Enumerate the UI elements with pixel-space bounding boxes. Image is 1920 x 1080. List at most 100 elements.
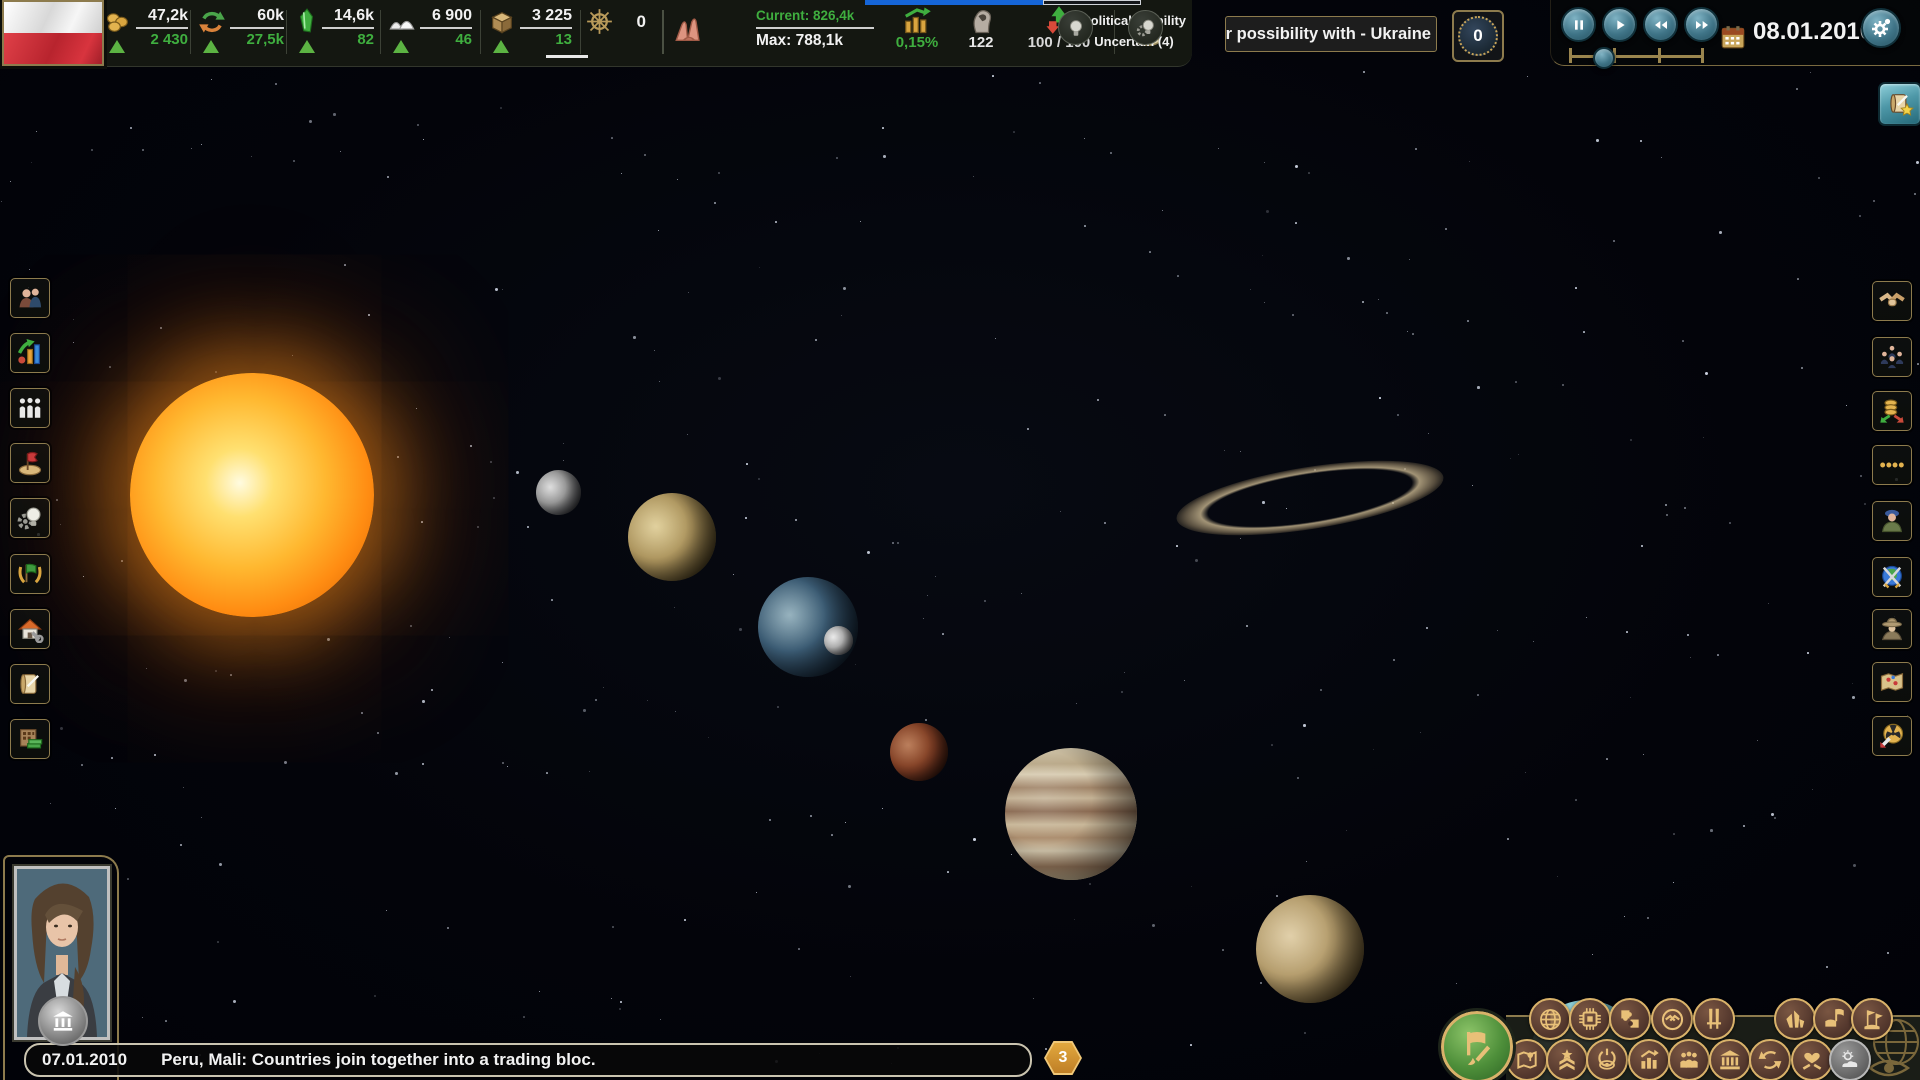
research-points-group[interactable]: 122 xyxy=(956,0,1006,66)
bulb-gear-icon xyxy=(1135,17,1157,39)
menu-espionage-button[interactable] xyxy=(1872,609,1912,649)
fast-forward-icon xyxy=(1694,17,1710,33)
trend-up-icon xyxy=(493,40,509,53)
news-message: Peru, Mali: Countries join together into… xyxy=(161,1050,595,1070)
economy-growth-icon xyxy=(902,5,932,35)
mode-weather-button[interactable] xyxy=(1829,1039,1871,1080)
menu-diplomacy-button[interactable] xyxy=(1872,281,1912,321)
overlay-world-button[interactable] xyxy=(1529,998,1571,1040)
two-flags-icon xyxy=(1859,1006,1885,1032)
menu-research-button[interactable] xyxy=(10,498,50,538)
mode-alliances-button[interactable] xyxy=(1791,1039,1833,1080)
calendar-icon xyxy=(1719,24,1747,50)
overlay-claims-button[interactable] xyxy=(1813,998,1855,1040)
overlay-scenarios-button[interactable] xyxy=(1609,998,1651,1040)
research-icon xyxy=(16,504,44,532)
objectives-button[interactable] xyxy=(1878,82,1920,126)
menu-construction-button[interactable] xyxy=(10,609,50,649)
workforce-current: Current: 826,4k xyxy=(756,7,874,25)
alert-counter-frame[interactable]: 0 xyxy=(1452,10,1504,62)
menu-regions-button[interactable] xyxy=(10,443,50,483)
pause-button[interactable] xyxy=(1561,7,1596,42)
overlay-resources-button[interactable] xyxy=(1774,998,1816,1040)
game-speed-slider-track[interactable] xyxy=(1569,55,1703,58)
news-ticker[interactable]: 07.01.2010 Peru, Mali: Countries join to… xyxy=(24,1043,1032,1077)
news-count-value: 3 xyxy=(1046,1043,1080,1073)
eye-power-icon xyxy=(1594,1047,1620,1073)
menu-statistics-button[interactable] xyxy=(10,333,50,373)
menu-armed-forces-button[interactable] xyxy=(1872,501,1912,541)
overlay-technology-button[interactable] xyxy=(1569,998,1611,1040)
planet-sun xyxy=(130,373,374,617)
more-dots-icon xyxy=(1878,451,1906,479)
play-icon xyxy=(1612,17,1628,33)
bulb-icon xyxy=(1065,17,1087,39)
workforce-hands-icon xyxy=(672,12,706,46)
play-button[interactable] xyxy=(1602,7,1637,42)
planet-jupiter xyxy=(1005,748,1137,880)
trend-up-icon xyxy=(393,40,409,53)
growth-value: 0,15% xyxy=(886,35,948,51)
region-flag-icon xyxy=(16,449,44,477)
menu-strategic-weapons-button[interactable] xyxy=(1872,716,1912,756)
slider-tick xyxy=(1569,48,1572,63)
mode-demographics-button[interactable] xyxy=(1668,1039,1710,1080)
hints-bulb-button[interactable] xyxy=(1058,10,1093,45)
settings-button[interactable] xyxy=(1861,8,1901,48)
overlay-agreements-button[interactable] xyxy=(1651,998,1693,1040)
menu-organizations-button[interactable] xyxy=(1872,337,1912,377)
alert-text: ar possibility with - Ukraine xyxy=(1225,25,1436,44)
map-painting-button[interactable] xyxy=(1441,1011,1513,1080)
rewind-button[interactable] xyxy=(1643,7,1678,42)
nuclear-icon xyxy=(1878,722,1906,750)
chip-icon xyxy=(1577,1006,1603,1032)
resources-cycle-icon xyxy=(198,8,226,36)
menu-world-market-button[interactable] xyxy=(1872,391,1912,431)
menu-cabinet-button[interactable] xyxy=(10,278,50,318)
uranium-value: 14,6k xyxy=(322,6,374,26)
menu-more-options-button[interactable] xyxy=(1872,445,1912,485)
menu-politics-button[interactable] xyxy=(10,554,50,594)
menu-population-button[interactable] xyxy=(10,388,50,428)
menu-wars-button[interactable] xyxy=(1872,557,1912,597)
mode-trade-cycle-button[interactable] xyxy=(1749,1039,1791,1080)
scroll-star-icon xyxy=(1886,90,1914,118)
menu-budget-button[interactable] xyxy=(10,719,50,759)
menu-laws-button[interactable] xyxy=(10,664,50,704)
alert-ticker[interactable]: ar possibility with - Ukraine xyxy=(1225,16,1437,52)
government-badge-button[interactable] xyxy=(38,996,88,1046)
building-columns-icon xyxy=(1717,1047,1743,1073)
mode-military-ranks-button[interactable] xyxy=(1546,1039,1588,1080)
overlay-conflicts-button[interactable] xyxy=(1693,998,1735,1040)
game-speed-slider-knob[interactable] xyxy=(1593,47,1615,69)
cycle-delta: 27,5k xyxy=(230,30,284,49)
slider-tick xyxy=(1658,48,1661,63)
head-icon xyxy=(966,5,996,35)
mode-government-button[interactable] xyxy=(1709,1039,1751,1080)
money-delta: 2 430 xyxy=(136,30,188,49)
cycle-value: 60k xyxy=(230,6,284,26)
cabinet-icon xyxy=(16,284,44,312)
overlay-relations-button[interactable] xyxy=(1851,998,1893,1040)
workforce-values: Current: 826,4k Max: 788,1k xyxy=(756,7,874,51)
game-root: 47,2k 2 430 60k 27,5k 14,6k xyxy=(0,0,1920,1080)
selected-underline xyxy=(546,55,588,58)
auto-hints-bulb-gear-button[interactable] xyxy=(1128,10,1163,45)
planet-mercury xyxy=(536,470,581,515)
flag-brush-icon xyxy=(1457,1027,1497,1067)
progress-remainder xyxy=(1043,0,1141,5)
growth-group[interactable]: 0,15% xyxy=(886,0,948,66)
country-flag-poland[interactable] xyxy=(2,0,104,66)
people-group-icon xyxy=(1676,1047,1702,1073)
fast-forward-button[interactable] xyxy=(1684,7,1719,42)
government-building-icon xyxy=(50,1008,76,1034)
chart-bars-icon xyxy=(1636,1047,1662,1073)
operations-map-icon xyxy=(1878,668,1906,696)
uranium-crystal-icon xyxy=(294,8,322,36)
mode-statistics-button[interactable] xyxy=(1628,1039,1670,1080)
mode-surveillance-button[interactable] xyxy=(1586,1039,1628,1080)
planet-saturn xyxy=(1256,895,1364,1003)
menu-operations-button[interactable] xyxy=(1872,662,1912,702)
time-control-panel: 08.01.2010 xyxy=(1550,0,1920,66)
goods-crate-icon xyxy=(488,8,516,36)
